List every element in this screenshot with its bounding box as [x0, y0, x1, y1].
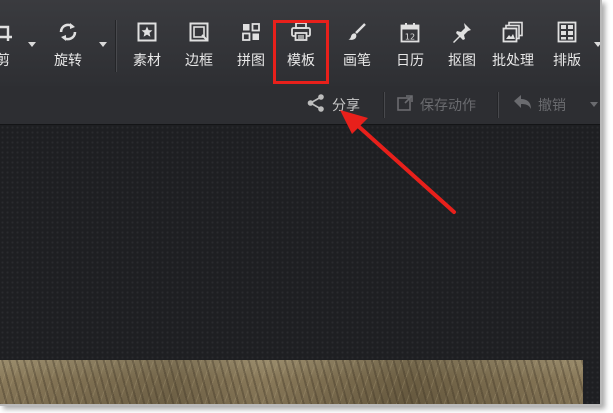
app-window: 剪 旋转 素材 — [0, 0, 602, 406]
red-pointer-arrow — [340, 110, 456, 214]
